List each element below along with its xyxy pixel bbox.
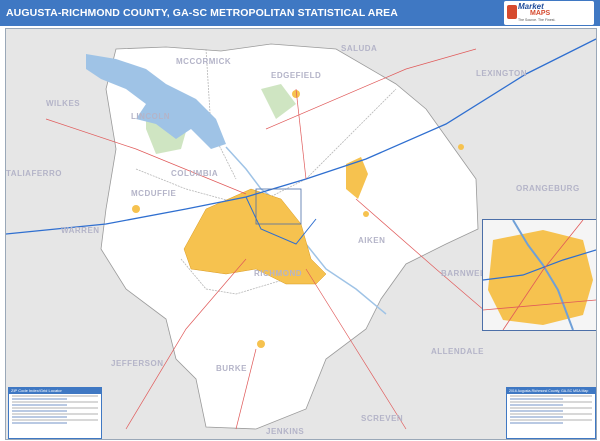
county-label-edgefield: EDGEFIELD: [271, 71, 322, 80]
county-label-columbia: COLUMBIA: [171, 169, 219, 178]
county-label-screven: SCREVEN: [361, 414, 404, 423]
title-bar: AUGUSTA-RICHMOND COUNTY, GA-SC METROPOLI…: [0, 0, 600, 26]
map-title: AUGUSTA-RICHMOND COUNTY, GA-SC METROPOLI…: [6, 7, 398, 19]
county-label-lincoln: LINCOLN: [131, 112, 171, 121]
county-label-taliaferro: TALIAFERRO: [6, 169, 62, 178]
county-label-lexington: LEXINGTON: [476, 69, 528, 78]
market-maps-logo[interactable]: Market MAPS The Source. The Finest.: [504, 1, 594, 25]
logo-emblem-icon: [507, 5, 517, 19]
county-label-wilkes: WILKES: [46, 99, 81, 108]
county-label-warren: WARREN: [61, 226, 100, 235]
map-canvas[interactable]: MCCORMICK SALUDA LEXINGTON WILKES LINCOL…: [5, 28, 597, 440]
county-label-jefferson: JEFFERSON: [111, 359, 164, 368]
county-label-richmond: RICHMOND: [254, 269, 302, 278]
map-legend-panel: 2016 Augusta-Richmond County, GA-SC MSA …: [506, 387, 596, 439]
county-label-saluda: SALUDA: [341, 44, 378, 53]
county-label-allendale: ALLENDALE: [431, 347, 484, 356]
county-label-jenkins: JENKINS: [266, 427, 305, 436]
county-label-orangeburg: ORANGEBURG: [516, 184, 580, 193]
map-legend-heading: 2016 Augusta-Richmond County, GA-SC MSA …: [507, 388, 595, 394]
logo-word-maps: MAPS: [530, 10, 551, 17]
town-dot: [363, 211, 369, 217]
county-label-mccormick: MCCORMICK: [176, 57, 232, 66]
county-label-mcduffie: MCDUFFIE: [131, 189, 177, 198]
inset-svg: [483, 220, 596, 330]
county-label-aiken: AIKEN: [358, 236, 386, 245]
logo-tagline: The Source. The Finest.: [518, 18, 556, 22]
town-dot: [257, 340, 265, 348]
zip-grid-index-panel: ZIP Code Index/Grid Locator: [8, 387, 102, 439]
town-dot: [132, 205, 140, 213]
zip-index-heading: ZIP Code Index/Grid Locator: [9, 388, 101, 394]
county-label-burke: BURKE: [216, 364, 247, 373]
town-dot: [458, 144, 464, 150]
augusta-inset-map[interactable]: [482, 219, 596, 331]
